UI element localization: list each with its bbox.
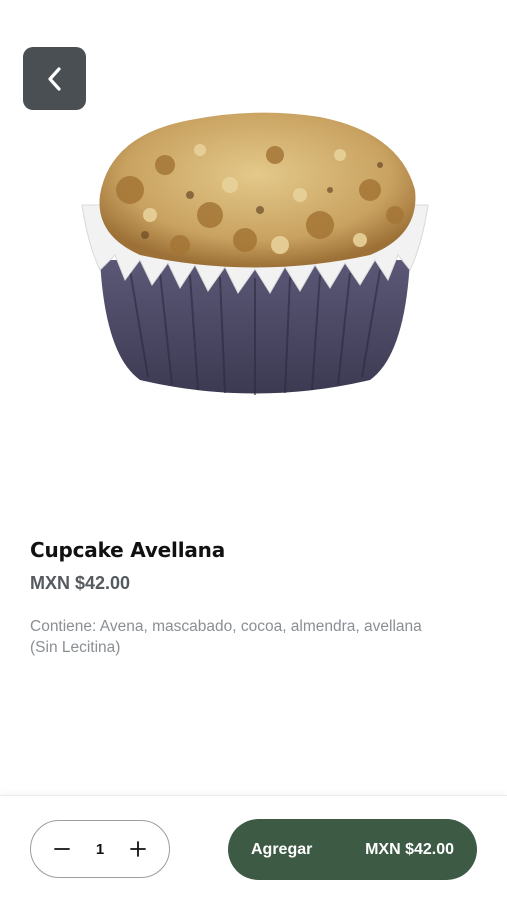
product-title: Cupcake Avellana bbox=[30, 538, 225, 562]
quantity-stepper: 1 bbox=[30, 820, 170, 878]
quantity-value: 1 bbox=[95, 840, 105, 858]
cupcake-image bbox=[81, 112, 429, 395]
plus-icon bbox=[130, 841, 146, 857]
product-description: Contiene: Avena, mascabado, cocoa, almen… bbox=[30, 618, 422, 656]
product-info: Cupcake Avellana MXN $42.00 Contiene: Av… bbox=[30, 538, 480, 658]
increment-button[interactable] bbox=[127, 838, 149, 860]
minus-icon bbox=[54, 848, 70, 850]
chevron-left-icon bbox=[47, 66, 61, 91]
add-button-price: MXN $42.00 bbox=[365, 840, 454, 858]
add-to-cart-button[interactable]: Agregar MXN $42.00 bbox=[228, 819, 477, 880]
product-price: MXN $42.00 bbox=[30, 573, 131, 593]
add-button-label: Agregar bbox=[251, 840, 313, 858]
bottom-action-bar: 1 Agregar MXN $42.00 bbox=[0, 795, 507, 900]
decrement-button[interactable] bbox=[51, 838, 73, 860]
product-detail-screen: Cupcake Avellana MXN $42.00 Contiene: Av… bbox=[0, 0, 507, 900]
